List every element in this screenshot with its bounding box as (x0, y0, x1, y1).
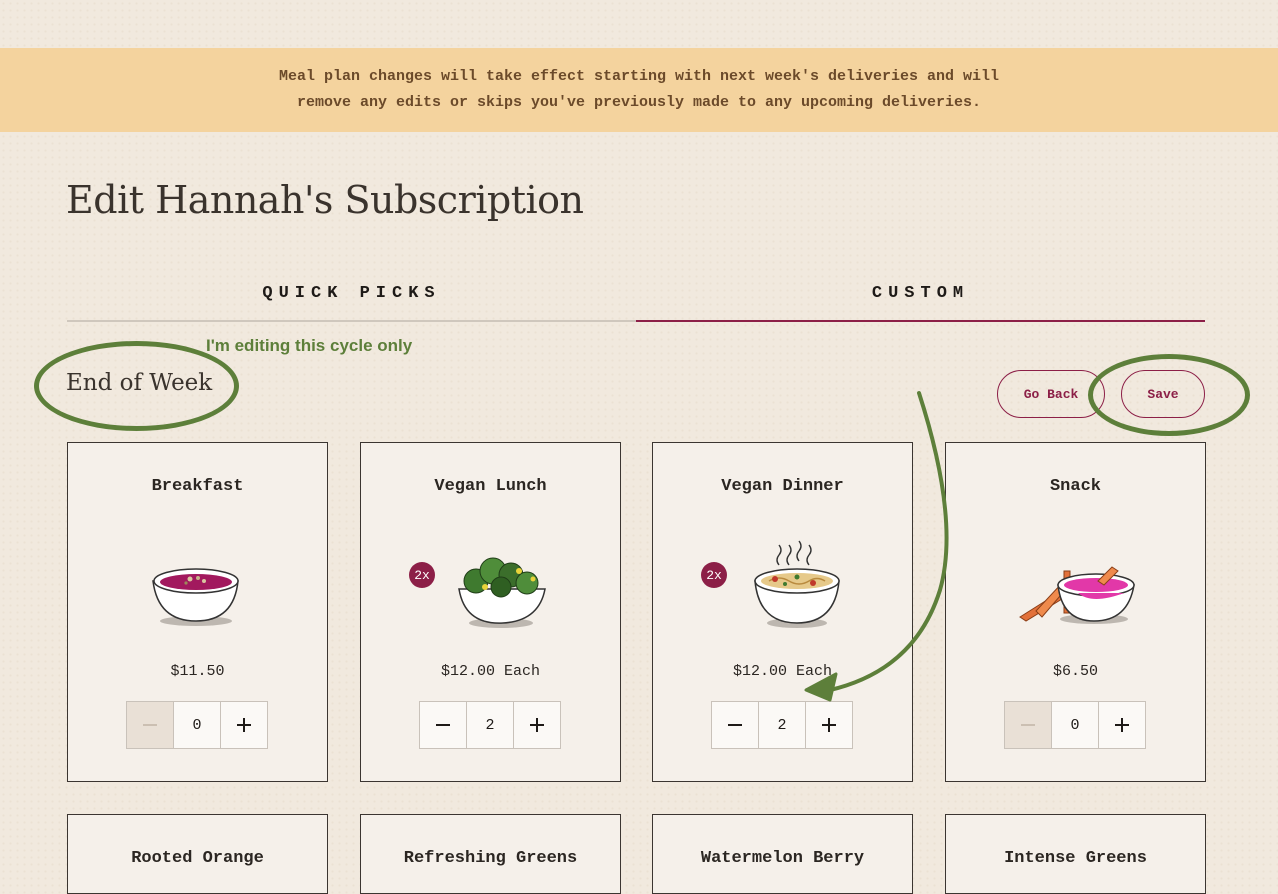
quantity-value[interactable]: 2 (466, 701, 514, 749)
increase-button[interactable] (514, 701, 561, 749)
quantity-value[interactable]: 0 (173, 701, 221, 749)
notice-line-1: Meal plan changes will take effect start… (278, 68, 1000, 85)
quantity-value[interactable]: 2 (758, 701, 806, 749)
meal-card-watermelon-berry: Watermelon Berry (652, 814, 913, 894)
quantity-stepper: 2 (711, 701, 853, 749)
increase-button[interactable] (806, 701, 853, 749)
minus-icon (436, 724, 450, 726)
decrease-button[interactable] (711, 701, 758, 749)
meal-price: $6.50 (1052, 663, 1098, 680)
meal-card-refreshing-greens: Refreshing Greens (360, 814, 621, 894)
meal-name: Snack (1049, 477, 1101, 496)
tab-quick-picks[interactable]: QUICK PICKS (67, 266, 636, 322)
plus-icon (822, 718, 836, 732)
meal-name: Vegan Lunch (434, 477, 547, 496)
minus-icon (728, 724, 742, 726)
quantity-value[interactable]: 0 (1051, 701, 1099, 749)
steaming-noodle-bowl-icon (754, 540, 840, 628)
meal-card-breakfast: Breakfast $11.50 0 (67, 442, 328, 782)
meal-name: Intense Greens (1004, 849, 1147, 868)
meal-name: Rooted Orange (131, 849, 264, 868)
meal-price: $12.00 Each (440, 663, 541, 680)
minus-icon (143, 724, 157, 726)
meal-card-vegan-dinner: Vegan Dinner 2x $12.00 Each 2 (652, 442, 913, 782)
meal-name: Breakfast (151, 477, 244, 496)
increase-button[interactable] (221, 701, 268, 749)
annotation-note: I'm editing this cycle only (206, 336, 413, 355)
page-title: Edit Hannah's Subscription (66, 178, 584, 222)
annotation-circle-section (34, 341, 239, 431)
decrease-button[interactable] (1004, 701, 1051, 749)
decrease-button[interactable] (419, 701, 466, 749)
meal-name: Refreshing Greens (403, 849, 578, 868)
minus-icon (1021, 724, 1035, 726)
quantity-stepper: 0 (1004, 701, 1146, 749)
plus-icon (530, 718, 544, 732)
meal-card-vegan-lunch: Vegan Lunch 2x $12.00 Each 2 (360, 442, 621, 782)
meal-name: Vegan Dinner (721, 477, 844, 496)
plus-icon (237, 718, 251, 732)
plan-tabs: QUICK PICKS CUSTOM (67, 266, 1205, 322)
plus-icon (1115, 718, 1129, 732)
quantity-stepper: 0 (126, 701, 268, 749)
meal-name: Watermelon Berry (700, 849, 865, 868)
increase-button[interactable] (1099, 701, 1146, 749)
meal-card-rooted-orange: Rooted Orange (67, 814, 328, 894)
green-salad-bowl-icon (458, 557, 546, 628)
meal-card-intense-greens: Intense Greens (945, 814, 1206, 894)
notice-banner: Meal plan changes will take effect start… (0, 48, 1278, 132)
decrease-button[interactable] (126, 701, 173, 749)
tab-custom[interactable]: CUSTOM (636, 266, 1205, 322)
notice-text: Meal plan changes will take effect start… (249, 64, 1029, 116)
notice-line-2: remove any edits or skips you've previou… (296, 94, 982, 111)
dip-with-carrots-icon (1019, 566, 1135, 624)
quantity-stepper: 2 (419, 701, 561, 749)
meal-price: $12.00 Each (732, 663, 833, 680)
purple-porridge-bowl-icon (152, 568, 239, 626)
annotation-circle-save (1088, 354, 1250, 436)
meal-card-snack: Snack $6.50 0 (945, 442, 1206, 782)
meal-price: $11.50 (170, 663, 225, 680)
